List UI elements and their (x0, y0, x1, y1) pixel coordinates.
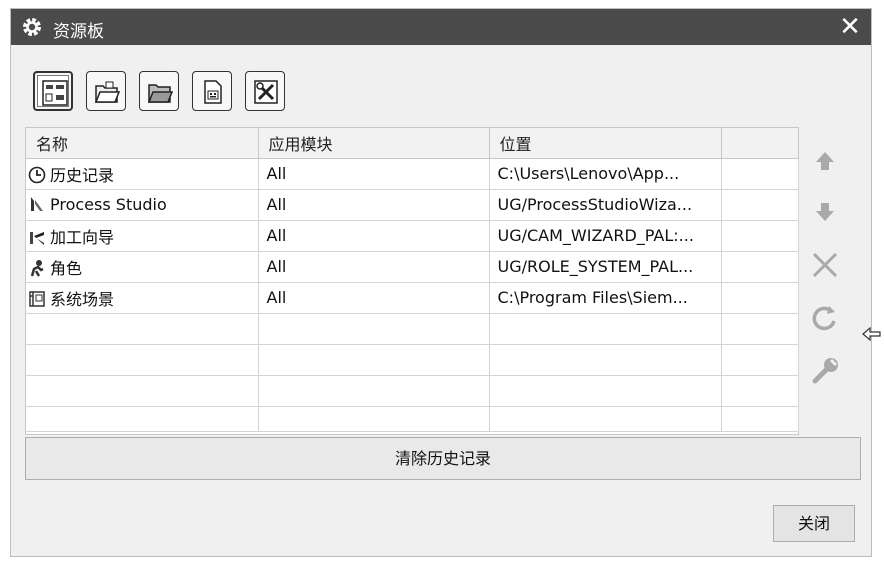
row-name: Process Studio (50, 195, 167, 214)
column-header-location[interactable]: 位置 (489, 128, 722, 159)
row-location-cell: UG/CAM_WIZARD_PAL:... (489, 220, 722, 252)
template-file-button[interactable] (192, 71, 232, 111)
row-extra-cell (721, 251, 799, 283)
tools-options-icon (254, 80, 278, 104)
column-header-name[interactable]: 名称 (26, 128, 259, 159)
clear-history-button[interactable]: 清除历史记录 (25, 437, 861, 480)
table-row[interactable]: 历史记录 All C:\Users\Lenovo\App... (26, 158, 799, 190)
row-app-cell: All (258, 158, 490, 190)
row-name-cell: 加工向导 (26, 220, 259, 252)
row-extra-cell (721, 158, 799, 190)
table-row[interactable]: 系统场景 All C:\Program Files\Siem... (26, 282, 799, 314)
move-down-icon[interactable] (807, 193, 843, 229)
table-row-empty[interactable] (26, 375, 799, 407)
pointer-cursor-icon (862, 326, 881, 342)
close-button[interactable]: 关闭 (773, 505, 855, 542)
open-folder-icon (94, 81, 120, 103)
refresh-icon[interactable] (807, 301, 843, 337)
row-name-cell: 系统场景 (26, 282, 259, 314)
history-clock-icon (28, 166, 46, 183)
row-location-cell: C:\Users\Lenovo\App... (489, 158, 722, 190)
row-name: 加工向导 (50, 227, 115, 247)
process-studio-icon (31, 197, 43, 211)
table-row[interactable]: 加工向导 All UG/CAM_WIZARD_PAL:... (26, 220, 799, 252)
gear-icon (23, 18, 41, 36)
table-row-empty[interactable] (26, 313, 799, 345)
table-row-empty[interactable] (26, 344, 799, 376)
row-app-cell: All (258, 251, 490, 283)
row-extra-cell (721, 220, 799, 252)
row-name-cell: 历史记录 (26, 158, 259, 190)
row-name-cell: Process Studio (26, 189, 259, 221)
folder-icon (147, 84, 173, 103)
table-header-row: 名称 应用模块 位置 (26, 128, 799, 159)
row-name: 历史记录 (50, 165, 115, 185)
system-scene-icon (29, 290, 45, 307)
row-location-cell: UG/ProcessStudioWiza... (489, 189, 722, 221)
role-icon (30, 259, 44, 277)
row-name-cell: 角色 (26, 251, 259, 283)
resource-bar-view-button[interactable] (33, 71, 73, 111)
table-row[interactable]: 角色 All UG/ROLE_SYSTEM_PAL... (26, 251, 799, 283)
resource-bar-dialog: 资源板 ✕ 名称 应用模块 位置 历史记录 All C:\Users\Lenov… (10, 8, 872, 557)
resource-bar-view-icon (42, 80, 68, 106)
table-row-empty[interactable] (26, 406, 799, 432)
resource-table: 名称 应用模块 位置 历史记录 All C:\Users\Lenovo\App.… (25, 127, 799, 435)
column-header-application[interactable]: 应用模块 (258, 128, 490, 159)
title-bar[interactable]: 资源板 ✕ (11, 9, 871, 45)
row-app-cell: All (258, 189, 490, 221)
row-extra-cell (721, 189, 799, 221)
machining-wizard-icon (30, 231, 44, 245)
template-file-icon (204, 80, 222, 104)
remove-icon[interactable] (807, 247, 843, 283)
row-location-cell: C:\Program Files\Siem... (489, 282, 722, 314)
close-icon[interactable]: ✕ (835, 12, 865, 42)
row-app-cell: All (258, 282, 490, 314)
row-extra-cell (721, 282, 799, 314)
open-folder-button[interactable] (86, 71, 126, 111)
row-name: 系统场景 (50, 289, 115, 309)
folder-button[interactable] (139, 71, 179, 111)
move-up-icon[interactable] (807, 144, 843, 180)
window-title: 资源板 (53, 22, 104, 42)
column-header-extra[interactable] (721, 128, 799, 159)
row-app-cell: All (258, 220, 490, 252)
row-name: 角色 (50, 258, 83, 278)
tools-options-button[interactable] (245, 71, 285, 111)
table-row[interactable]: Process Studio All UG/ProcessStudioWiza.… (26, 189, 799, 221)
properties-wrench-icon[interactable] (807, 353, 843, 389)
row-location-cell: UG/ROLE_SYSTEM_PAL... (489, 251, 722, 283)
